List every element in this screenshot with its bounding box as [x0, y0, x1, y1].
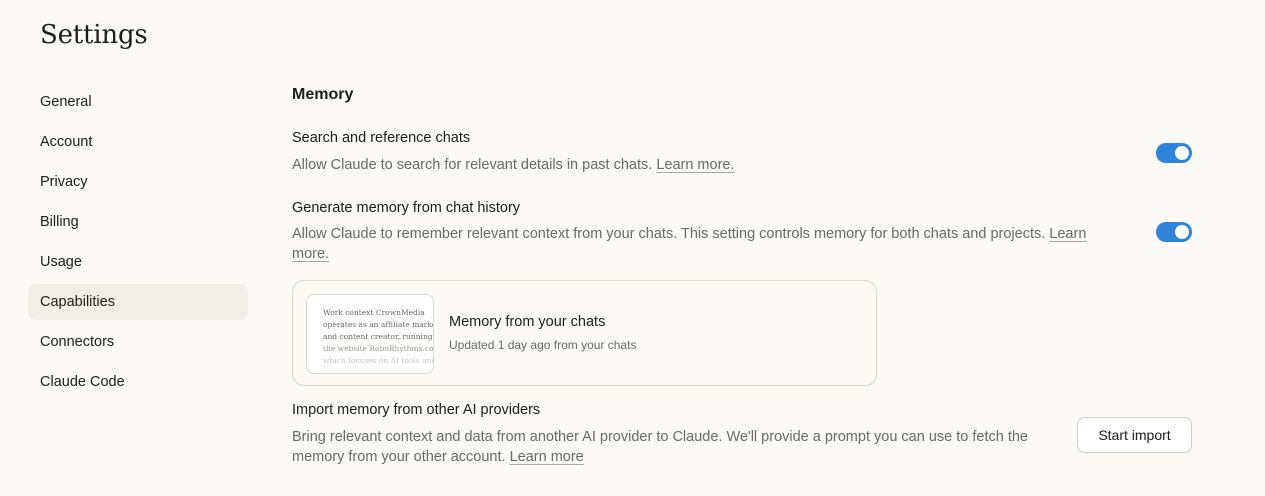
- memory-from-chats-card[interactable]: Work context CrownMedia operates as an a…: [292, 280, 877, 386]
- sidebar-item-usage[interactable]: Usage: [28, 244, 248, 280]
- memory-card-subtitle: Updated 1 day ago from your chats: [449, 338, 637, 352]
- search-chats-toggle[interactable]: [1156, 143, 1192, 163]
- sidebar-item-claude-code[interactable]: Claude Code: [28, 364, 248, 400]
- import-memory-description-text: Bring relevant context and data from ano…: [292, 429, 1028, 465]
- page-title: Settings: [40, 20, 148, 50]
- sidebar-item-billing[interactable]: Billing: [28, 204, 248, 240]
- toggle-knob: [1175, 146, 1189, 160]
- sidebar-item-account[interactable]: Account: [28, 124, 248, 160]
- memory-preview-thumbnail: Work context CrownMedia operates as an a…: [306, 294, 434, 374]
- import-memory-learn-more-link[interactable]: Learn more: [510, 449, 584, 465]
- generate-memory-title: Generate memory from chat history: [292, 200, 521, 216]
- search-chats-learn-more-link[interactable]: Learn more.: [656, 157, 734, 173]
- search-chats-description-text: Allow Claude to search for relevant deta…: [292, 157, 653, 173]
- memory-preview-line: the website RoboRhythms.co: [323, 344, 434, 353]
- sidebar-item-connectors[interactable]: Connectors: [28, 324, 248, 360]
- memory-preview-line: and content creator, running: [323, 332, 433, 341]
- import-memory-title: Import memory from other AI providers: [292, 402, 541, 418]
- search-chats-title: Search and reference chats: [292, 130, 471, 146]
- settings-sidebar: General Account Privacy Billing Usage Ca…: [28, 84, 248, 404]
- section-title: Memory: [292, 86, 354, 103]
- generate-memory-toggle[interactable]: [1156, 222, 1192, 242]
- start-import-button[interactable]: Start import: [1077, 417, 1192, 453]
- sidebar-item-capabilities[interactable]: Capabilities: [28, 284, 248, 320]
- import-memory-description: Bring relevant context and data from ano…: [292, 427, 1062, 467]
- generate-memory-description: Allow Claude to remember relevant contex…: [292, 224, 1112, 264]
- memory-preview-line: which focuses on AI tools and: [323, 356, 434, 365]
- sidebar-item-privacy[interactable]: Privacy: [28, 164, 248, 200]
- generate-memory-description-text: Allow Claude to remember relevant contex…: [292, 226, 1046, 242]
- memory-preview-line: operates as an affiliate market: [323, 320, 434, 329]
- sidebar-item-general[interactable]: General: [28, 84, 248, 120]
- memory-card-title: Memory from your chats: [449, 314, 606, 330]
- memory-settings-panel: Memory Search and reference chats Allow …: [292, 0, 1202, 496]
- search-chats-description: Allow Claude to search for relevant deta…: [292, 155, 735, 175]
- memory-preview-line: Work context CrownMedia: [323, 308, 425, 317]
- toggle-knob: [1175, 225, 1189, 239]
